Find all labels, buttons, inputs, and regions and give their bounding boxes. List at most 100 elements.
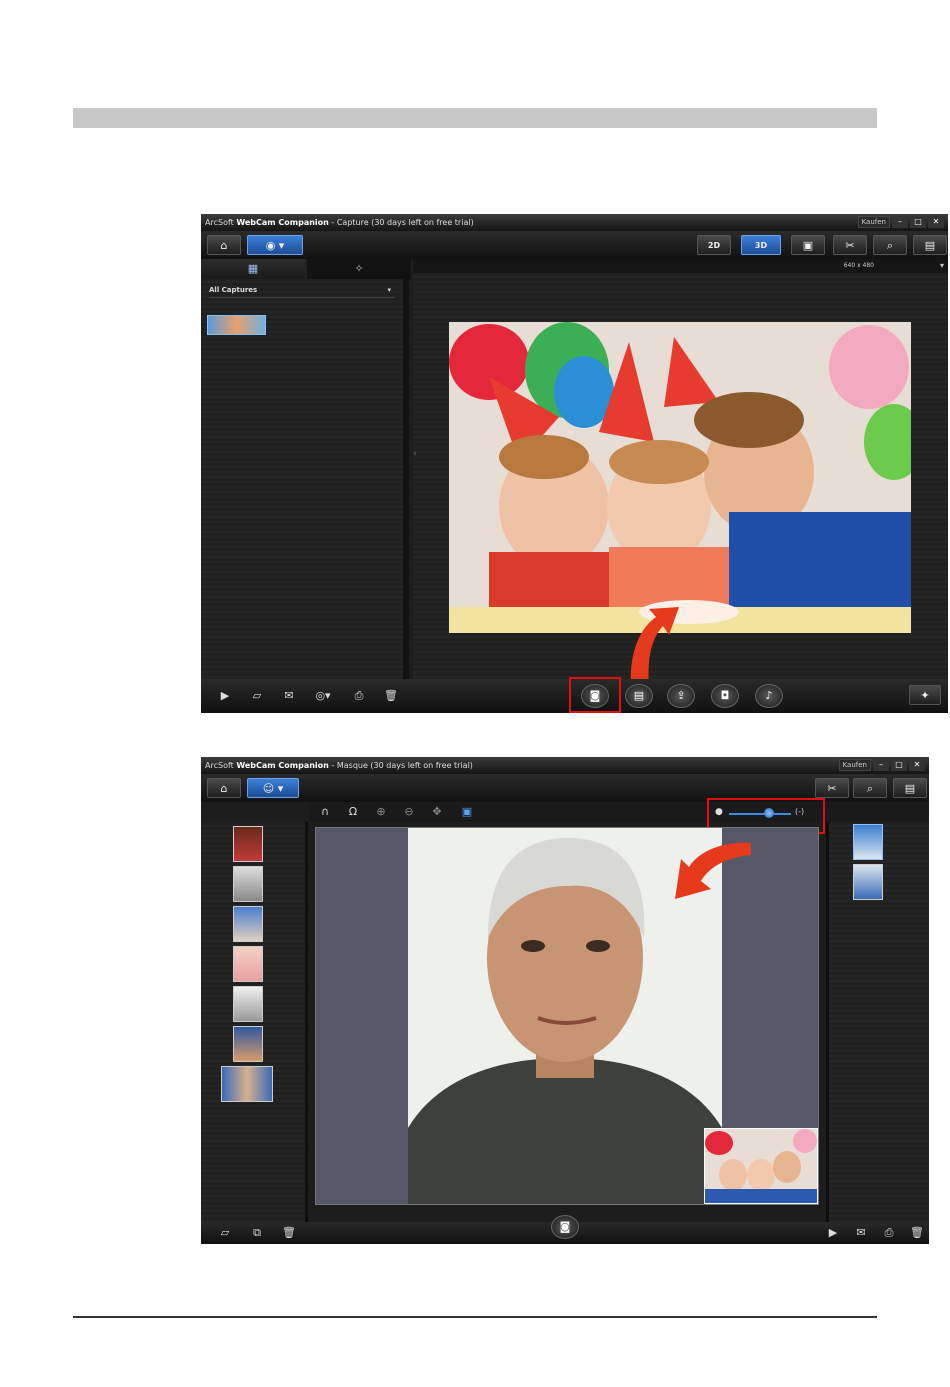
recent-mask-thumbnail[interactable] <box>853 864 883 900</box>
mask-thumbnail[interactable] <box>233 946 263 982</box>
share-web-icon[interactable]: ◎▾ <box>313 688 333 704</box>
open-folder-icon[interactable]: ▱ <box>247 688 267 704</box>
title-app-name: WebCam Companion <box>236 761 329 770</box>
home-button[interactable]: ⌂ <box>207 235 241 255</box>
zoom-out-icon[interactable]: ⊖ <box>399 804 419 820</box>
photo-edit-button[interactable]: ▣ <box>791 235 825 255</box>
trash-icon[interactable]: 🗑 <box>279 1225 299 1241</box>
search-button[interactable]: ⌕ <box>873 235 907 255</box>
mask-a-icon[interactable]: ∩ <box>315 804 335 820</box>
home-button[interactable]: ⌂ <box>207 778 241 798</box>
slideshow-icon[interactable]: ▶ <box>215 688 235 704</box>
buy-button[interactable]: Kaufen <box>857 216 890 228</box>
masque-bottom-bar: ▱ ⧉ 🗑 ◙ ▶ ✉ ⎙ 🗑 <box>201 1215 929 1244</box>
window-controls: Kaufen – □ ✕ <box>838 759 925 771</box>
title-prefix: ArcSoft <box>205 761 234 770</box>
minimize-button[interactable]: – <box>873 759 889 771</box>
photo-edit-icon: ▣ <box>802 239 814 252</box>
search-icon: ⌕ <box>866 782 874 795</box>
mask-thumbnail[interactable] <box>221 1066 273 1102</box>
minimize-button[interactable]: – <box>892 216 908 228</box>
mask-size-slider[interactable]: ● (-) <box>715 807 811 821</box>
mask-thumbnail[interactable] <box>233 866 263 902</box>
close-button[interactable]: ✕ <box>928 216 944 228</box>
pointer-arrow <box>630 607 679 687</box>
section-header-bar <box>73 108 877 128</box>
tab-captures[interactable]: ▦ <box>201 259 305 279</box>
capture-thumbnail[interactable] <box>207 315 266 335</box>
recent-mask-thumbnail[interactable] <box>853 824 883 860</box>
picture-in-picture-icon[interactable]: ▣ <box>457 804 477 820</box>
webcam-mode-icon: ◉ ▾ <box>265 239 285 252</box>
search-button[interactable]: ⌕ <box>853 778 887 798</box>
email-icon[interactable]: ✉ <box>279 688 299 704</box>
album-selector[interactable]: All Captures ▾ <box>209 283 395 298</box>
footer-rule <box>73 1316 877 1318</box>
print-icon[interactable]: ⎙ <box>879 1225 899 1241</box>
slider-track <box>729 813 791 815</box>
tools-icon: ✂ <box>845 239 855 252</box>
window-controls: Kaufen – □ ✕ <box>857 216 944 228</box>
folder-button[interactable]: ▤ <box>913 235 947 255</box>
live-inset-preview <box>704 1128 818 1204</box>
mask-mode-button[interactable]: ☺ ▾ <box>247 778 299 798</box>
camera-shutter-icon[interactable]: ◙ <box>551 1215 579 1239</box>
home-icon: ⌂ <box>220 239 228 252</box>
title-status: - Capture (30 days left on free trial) <box>328 218 474 227</box>
close-button[interactable]: ✕ <box>909 759 925 771</box>
mask-b-icon[interactable]: Ω <box>343 804 363 820</box>
folder-icon: ▤ <box>924 239 936 252</box>
maximize-button[interactable]: □ <box>910 216 926 228</box>
effects-tab-icon: ✧ <box>354 262 364 275</box>
mask-thumbnail[interactable] <box>233 906 263 942</box>
tools-button[interactable]: ✂ <box>833 235 867 255</box>
trash-icon[interactable]: 🗑 <box>907 1225 927 1241</box>
mode-2d-button[interactable]: 2D <box>697 235 731 255</box>
collapse-panel-handle[interactable]: ‹ <box>413 449 417 459</box>
captures-panel: ▦ ✧ All Captures ▾ <box>201 259 411 693</box>
resolution-label: 640 x 480 <box>843 262 874 269</box>
maximize-button[interactable]: □ <box>891 759 907 771</box>
masque-window: ArcSoft WebCam Companion - Masque (30 da… <box>201 757 929 1244</box>
folder-icon: ▤ <box>904 782 916 795</box>
capture-window: ArcSoft WebCam Companion - Capture (30 d… <box>201 214 948 713</box>
title-app-name: WebCam Companion <box>236 218 329 227</box>
slideshow-icon[interactable]: ▶ <box>823 1225 843 1241</box>
buy-button[interactable]: Kaufen <box>838 759 871 771</box>
mode-3d-button[interactable]: 3D <box>741 235 781 255</box>
trash-icon[interactable]: 🗑 <box>381 688 401 704</box>
live-preview-photo <box>449 322 911 633</box>
burst-capture-icon[interactable]: ▤ <box>625 684 653 708</box>
title-bar: ArcSoft WebCam Companion - Masque (30 da… <box>201 757 929 774</box>
mask-thumbnail[interactable] <box>233 986 263 1022</box>
resolution-bar: 640 x 480 ▾ <box>413 259 948 273</box>
microphone-icon[interactable]: ♪ <box>755 684 783 708</box>
mask-mode-icon: ☺ ▾ <box>262 782 284 795</box>
move-icon[interactable]: ✥ <box>427 804 447 820</box>
mask-thumbnail[interactable] <box>233 826 263 862</box>
folder-button[interactable]: ▤ <box>893 778 927 798</box>
pointer-arrow <box>675 842 751 899</box>
capture-button-highlight <box>569 677 621 713</box>
copy-icon[interactable]: ⧉ <box>247 1225 267 1241</box>
chevron-down-icon: ▾ <box>387 286 391 294</box>
email-icon[interactable]: ✉ <box>851 1225 871 1241</box>
photos-tab-icon: ▦ <box>247 262 259 275</box>
tab-effects[interactable]: ✧ <box>307 259 411 279</box>
slider-thumb[interactable] <box>764 808 774 818</box>
resolution-dropdown[interactable]: ▾ <box>940 259 944 273</box>
panel-splitter[interactable] <box>403 273 409 693</box>
zoom-in-icon[interactable]: ⊕ <box>371 804 391 820</box>
magic-icon: ✦ <box>920 689 930 702</box>
tools-button[interactable]: ✂ <box>815 778 849 798</box>
capture-mode-button[interactable]: ◉ ▾ <box>247 235 303 255</box>
slider-max-icon: (-) <box>795 807 805 816</box>
recent-masks-panel <box>826 822 929 1222</box>
effects-button[interactable]: ✦ <box>909 685 941 705</box>
open-folder-icon[interactable]: ▱ <box>215 1225 235 1241</box>
upload-icon[interactable]: ⇪ <box>667 684 695 708</box>
mask-thumbnail[interactable] <box>233 1026 263 1062</box>
video-record-icon[interactable]: ◘ <box>711 684 739 708</box>
print-icon[interactable]: ⎙ <box>349 688 369 704</box>
slider-min-icon: ● <box>715 807 723 817</box>
